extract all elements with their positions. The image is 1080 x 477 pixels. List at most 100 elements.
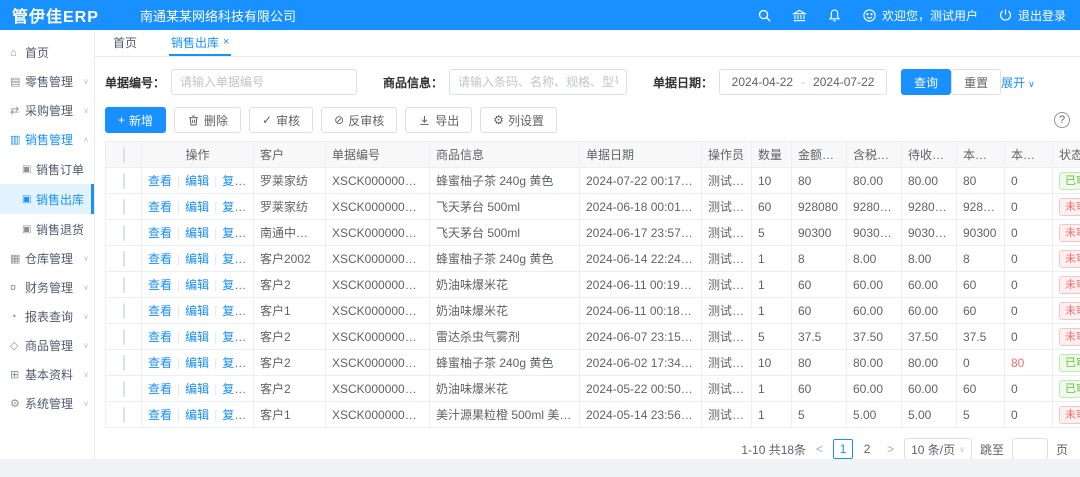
view-link[interactable]: 查看 xyxy=(148,278,172,292)
row-checkbox[interactable] xyxy=(122,250,125,267)
logout-button[interactable]: 退出登录 xyxy=(998,7,1066,24)
page-button-2[interactable]: 2 xyxy=(857,439,877,459)
sidebar-item-warehouse[interactable]: ▦ 仓库管理 ∨ xyxy=(0,244,94,273)
delete-link[interactable]: 删除 xyxy=(246,278,252,292)
edit-link[interactable]: 编辑 xyxy=(172,356,209,370)
row-checkbox[interactable] xyxy=(122,380,125,397)
view-link[interactable]: 查看 xyxy=(148,304,172,318)
sidebar-item-purchase[interactable]: ⇄ 采购管理 ∨ xyxy=(0,96,94,125)
prev-page-icon[interactable]: < xyxy=(814,442,825,456)
status-badge: 未审核 xyxy=(1059,275,1080,294)
view-link[interactable]: 查看 xyxy=(148,200,172,214)
delete-link[interactable]: 删除 xyxy=(246,252,252,266)
product-info-input[interactable] xyxy=(449,69,628,95)
copy-link[interactable]: 复制 xyxy=(209,226,246,240)
help-icon[interactable]: ? xyxy=(1054,112,1070,128)
page-size-select[interactable]: 10 条/页 xyxy=(904,438,972,460)
copy-link[interactable]: 复制 xyxy=(209,356,246,370)
search-button[interactable]: 查询 xyxy=(901,69,952,95)
view-link[interactable]: 查看 xyxy=(148,174,172,188)
delete-link[interactable]: 删除 xyxy=(246,408,252,422)
copy-link[interactable]: 复制 xyxy=(209,200,246,214)
row-checkbox[interactable] xyxy=(122,172,125,189)
copy-link[interactable]: 复制 xyxy=(209,174,246,188)
row-checkbox[interactable] xyxy=(122,198,125,215)
edit-link[interactable]: 编辑 xyxy=(172,200,209,214)
row-checkbox[interactable] xyxy=(122,302,125,319)
export-button[interactable]: 导出 xyxy=(405,107,473,133)
row-checkbox[interactable] xyxy=(122,276,125,293)
bank-icon[interactable] xyxy=(791,8,808,23)
date-range-input[interactable]: 2024-04-22 - 2024-07-22 xyxy=(719,69,888,95)
delete-link[interactable]: 删除 xyxy=(246,304,252,318)
page-button-1[interactable]: 1 xyxy=(833,439,854,459)
view-link[interactable]: 查看 xyxy=(148,226,172,240)
delete-link[interactable]: 删除 xyxy=(246,226,252,240)
add-button[interactable]: + 新增 xyxy=(105,107,167,133)
audit-button[interactable]: ✓ 审核 xyxy=(249,107,314,133)
tax_total-cell: 60.00 xyxy=(846,297,902,324)
close-icon[interactable]: × xyxy=(223,36,229,48)
copy-link[interactable]: 复制 xyxy=(209,278,246,292)
sidebar-item-report[interactable]: ◔ 报表查询 ∨ xyxy=(0,302,94,331)
sidebar-item-system[interactable]: ⚙ 系统管理 ∨ xyxy=(0,389,94,418)
unaudit-button[interactable]: ⊘ 反审核 xyxy=(321,107,398,133)
row-checkbox[interactable] xyxy=(122,224,125,241)
expand-link[interactable]: 展开 xyxy=(1001,74,1035,91)
edit-link[interactable]: 编辑 xyxy=(172,408,209,422)
reset-button[interactable]: 重置 xyxy=(951,69,1002,95)
view-link[interactable]: 查看 xyxy=(148,408,172,422)
sidebar-item-sales[interactable]: ▥ 销售管理 ∧ xyxy=(0,125,94,154)
delete-link[interactable]: 删除 xyxy=(246,330,252,344)
copy-link[interactable]: 复制 xyxy=(209,252,246,266)
bill-no-input[interactable] xyxy=(171,69,358,95)
user-menu[interactable]: 欢迎您，测试用户 xyxy=(862,7,978,24)
copy-link[interactable]: 复制 xyxy=(209,330,246,344)
view-link[interactable]: 查看 xyxy=(148,252,172,266)
edit-link[interactable]: 编辑 xyxy=(172,330,209,344)
view-link[interactable]: 查看 xyxy=(148,330,172,344)
select-all-checkbox[interactable] xyxy=(122,146,125,163)
sidebar-item-retail[interactable]: ▤ 零售管理 ∨ xyxy=(0,67,94,96)
edit-link[interactable]: 编辑 xyxy=(172,174,209,188)
jump-page-input[interactable] xyxy=(1011,438,1048,460)
sidebar-item-finance[interactable]: ¤ 财务管理 ∨ xyxy=(0,273,94,302)
sidebar-item-sales-outbound[interactable]: ▣ 销售出库 xyxy=(0,184,94,214)
edit-link[interactable]: 编辑 xyxy=(172,226,209,240)
home-icon: ⌂ xyxy=(10,46,17,59)
edit-link[interactable]: 编辑 xyxy=(172,252,209,266)
delete-link[interactable]: 删除 xyxy=(246,200,252,214)
sidebar-item-sales-order[interactable]: ▣ 销售订单 xyxy=(0,154,94,184)
row-checkbox[interactable] xyxy=(122,354,125,371)
tab-sales-outbound[interactable]: 销售出库 × xyxy=(169,30,232,56)
table-row: 查看编辑复制删除罗莱家纺XSCK0000005881飞天茅台 500ml2024… xyxy=(105,193,1080,220)
sales-outbound-table: 操作客户单据编号商品信息单据日期操作员数量金额合计含税合计待收金额本次收款本次欠… xyxy=(105,141,1080,428)
debt-cell: 0 xyxy=(1004,375,1053,402)
column-header-checkbox xyxy=(105,141,142,168)
purchase-icon: ⇄ xyxy=(10,105,20,117)
edit-link[interactable]: 编辑 xyxy=(172,278,209,292)
copy-link[interactable]: 复制 xyxy=(209,304,246,318)
column-settings-button[interactable]: ⚙ 列设置 xyxy=(480,107,557,133)
edit-link[interactable]: 编辑 xyxy=(172,304,209,318)
next-page-icon[interactable]: > xyxy=(885,442,896,456)
bell-icon[interactable] xyxy=(827,8,842,23)
tab-home[interactable]: 首页 xyxy=(111,30,139,56)
delete-link[interactable]: 删除 xyxy=(246,174,252,188)
sidebar-item-basedata[interactable]: ⊞ 基本资料 ∨ xyxy=(0,360,94,389)
delete-link[interactable]: 删除 xyxy=(246,382,252,396)
search-icon[interactable] xyxy=(757,8,772,23)
row-checkbox[interactable] xyxy=(122,406,125,423)
sidebar-item-label: 销售订单 xyxy=(36,162,85,177)
delete-link[interactable]: 删除 xyxy=(246,356,252,370)
copy-link[interactable]: 复制 xyxy=(209,408,246,422)
delete-button[interactable]: 删除 xyxy=(174,107,242,133)
edit-link[interactable]: 编辑 xyxy=(172,382,209,396)
row-checkbox[interactable] xyxy=(122,328,125,345)
copy-link[interactable]: 复制 xyxy=(209,382,246,396)
sidebar-item-sales-return[interactable]: ▣ 销售退货 xyxy=(0,214,94,244)
sidebar-item-home[interactable]: ⌂ 首页 xyxy=(0,38,94,67)
view-link[interactable]: 查看 xyxy=(148,382,172,396)
view-link[interactable]: 查看 xyxy=(148,356,172,370)
sidebar-item-goods[interactable]: ◇ 商品管理 ∨ xyxy=(0,331,94,360)
